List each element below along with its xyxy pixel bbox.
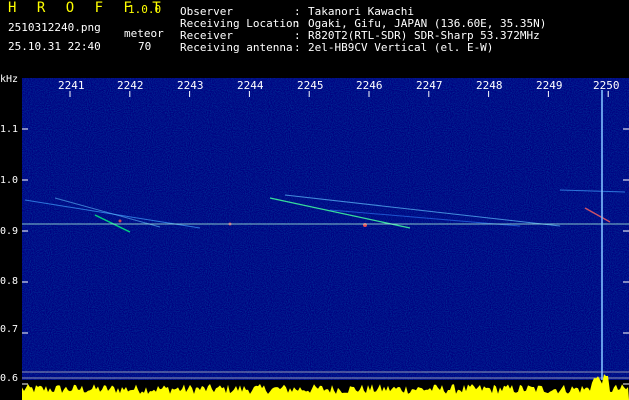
x-tick-label: 2248 xyxy=(476,79,503,92)
y-tick-label: 1.0 xyxy=(0,175,19,186)
x-tick-label: 2246 xyxy=(356,79,383,92)
x-tick-label: 2241 xyxy=(58,79,85,92)
spectrogram-noise xyxy=(22,78,629,380)
x-tick-label: 2250 xyxy=(593,79,620,92)
x-tick-label: 2243 xyxy=(177,79,204,92)
meteor-head xyxy=(118,219,122,223)
x-tick-label: 2244 xyxy=(237,79,264,92)
y-axis-unit: kHz xyxy=(0,74,19,85)
x-tick-label: 2247 xyxy=(416,79,443,92)
y-tick-label: 0.9 xyxy=(0,226,19,237)
y-tick-label: 0.7 xyxy=(0,324,19,335)
y-tick-label: 1.1 xyxy=(0,124,19,135)
y-tick-label: 0.6 xyxy=(0,373,19,384)
x-tick-label: 2249 xyxy=(536,79,563,92)
x-tick-label: 2245 xyxy=(297,79,324,92)
spectrogram xyxy=(22,78,629,400)
x-tick-label: 2242 xyxy=(117,79,144,92)
y-tick-label: 0.8 xyxy=(0,276,19,287)
